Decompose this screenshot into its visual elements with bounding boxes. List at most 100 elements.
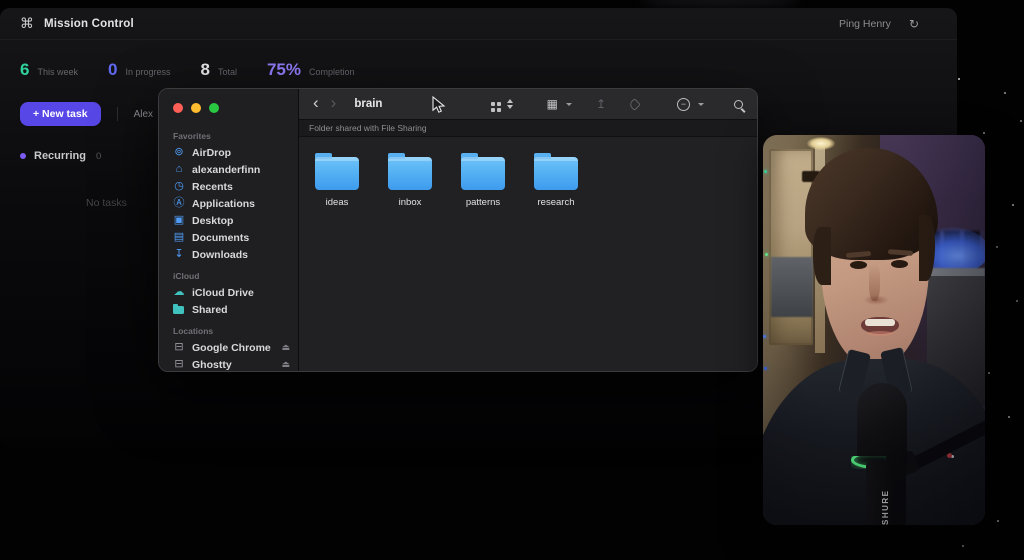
sidebar-item-alexanderfinn[interactable]: ⌂alexanderfinn — [159, 161, 298, 178]
folder-name: inbox — [399, 197, 422, 208]
recurring-label: Recurring — [34, 150, 86, 162]
sidebar-item-google-chrome[interactable]: ⊟Google Chrome⏏ — [159, 339, 298, 356]
finder-main: ‹ › brain ▦ ↥ − — [299, 89, 757, 371]
sidebar-item-label: AirDrop — [192, 147, 290, 159]
clock-icon: ◷ — [173, 181, 185, 192]
sidebar-item-desktop[interactable]: ▣ Desktop — [159, 212, 298, 229]
group-by-icon: ▦ — [547, 98, 558, 110]
sidebar-item-label: Google Chrome — [192, 342, 274, 354]
app-header: ⌘ Mission Control Ping Henry ↻ — [0, 8, 957, 40]
minimize-button[interactable] — [191, 103, 201, 113]
recurring-dot — [20, 153, 26, 159]
sidebar-section-locations: Locations — [159, 318, 298, 339]
folder-ideas[interactable]: ideas — [315, 157, 359, 208]
downloads-icon: ↧ — [173, 249, 185, 260]
background-stars — [958, 78, 960, 80]
divider — [117, 107, 118, 121]
sidebar-item-airdrop[interactable]: ⊚ AirDrop — [159, 144, 298, 161]
sidebar-item-label: Ghostty — [192, 359, 274, 371]
stat-label: Total — [218, 67, 237, 77]
group-control[interactable]: ▦ — [547, 98, 572, 110]
shared-folder-icon — [173, 306, 184, 314]
more-actions-control[interactable]: − — [661, 98, 704, 111]
webcam-vignette — [763, 135, 985, 525]
sidebar-item-label: Downloads — [192, 249, 290, 261]
desktop-icon: ▣ — [173, 215, 185, 226]
stat-this-week: 6 This week — [20, 60, 78, 80]
stat-total: 8 Total — [200, 60, 236, 80]
background-glow — [640, 0, 800, 6]
home-icon: ⌂ — [173, 164, 185, 175]
new-task-button[interactable]: + New task — [20, 102, 101, 126]
finder-sidebar: Favorites ⊚ AirDrop ⌂alexanderfinn ◷ Recents Ⓐ… — [159, 89, 299, 371]
applications-icon: Ⓐ — [173, 198, 185, 209]
finder-content: ideas inbox patterns research — [299, 137, 757, 371]
stat-label: Completion — [309, 67, 355, 77]
eject-icon[interactable]: ⏏ — [281, 342, 290, 353]
stat-label: In progress — [125, 67, 170, 77]
recurring-count: 0 — [96, 151, 101, 162]
folder-patterns[interactable]: patterns — [461, 157, 505, 208]
finder-window: Favorites ⊚ AirDrop ⌂alexanderfinn ◷ Recents Ⓐ… — [158, 88, 758, 372]
folder-inbox[interactable]: inbox — [388, 157, 432, 208]
banner-text: Folder shared with File Sharing — [309, 123, 427, 133]
folder-icon — [388, 157, 432, 190]
sidebar-item-applications[interactable]: Ⓐ Applications — [159, 195, 298, 212]
eject-icon[interactable]: ⏏ — [281, 359, 290, 370]
chevron-down-icon — [698, 103, 704, 106]
mouse-cursor — [432, 96, 446, 114]
folder-research[interactable]: research — [534, 157, 578, 208]
sidebar-section-icloud: iCloud — [159, 263, 298, 284]
header-actions: Ping Henry ↻ — [839, 17, 937, 31]
stat-in-progress: 0In progress — [108, 60, 171, 80]
drive-icon: ⊟ — [173, 359, 185, 370]
stat-value: 75% — [267, 60, 301, 80]
sidebar-item-label: Applications — [192, 198, 290, 210]
share-icon[interactable]: ↥ — [596, 98, 606, 110]
view-control[interactable] — [491, 99, 513, 109]
refresh-icon[interactable]: ↻ — [909, 17, 919, 31]
folder-name: ideas — [326, 197, 349, 208]
app-title: Mission Control — [44, 18, 134, 30]
sidebar-item-label: Shared — [192, 304, 290, 316]
airdrop-icon: ⊚ — [173, 147, 185, 158]
folder-name: patterns — [466, 197, 500, 208]
stat-value: 8 — [200, 60, 209, 80]
finder-toolbar: ‹ › brain ▦ ↥ − — [299, 89, 757, 120]
sidebar-item-label: Recents — [192, 181, 290, 193]
ping-henry-button[interactable]: Ping Henry — [839, 18, 891, 30]
window-controls — [159, 99, 298, 123]
person-filter-alex[interactable]: Alex — [134, 109, 153, 120]
chevron-down-icon — [566, 103, 572, 106]
stat-label: This week — [37, 67, 78, 77]
view-sort-icon — [507, 99, 513, 109]
search-icon[interactable] — [734, 100, 743, 109]
cloud-icon: ☁ — [173, 287, 185, 298]
webcam-overlay: SHURE — [763, 135, 985, 525]
sidebar-item-icloud-drive[interactable]: ☁ iCloud Drive — [159, 284, 298, 301]
sidebar-item-downloads[interactable]: ↧ Downloads — [159, 246, 298, 263]
close-button[interactable] — [173, 103, 183, 113]
tag-icon[interactable] — [628, 98, 641, 111]
icon-view-icon — [491, 102, 495, 106]
stat-completion: 75% Completion — [267, 60, 355, 80]
stat-value: 6 — [20, 60, 29, 80]
folder-grid: ideas inbox patterns research — [299, 137, 757, 208]
more-icon: − — [677, 98, 690, 111]
empty-state-text: No tasks — [86, 197, 127, 209]
folder-icon — [461, 157, 505, 190]
document-icon: ▤ — [173, 232, 185, 243]
screen: ⌘ Mission Control Ping Henry ↻ 6 This wee… — [0, 0, 1024, 560]
sidebar-item-ghostty[interactable]: ⊟ Ghostty ⏏ — [159, 356, 298, 372]
sidebar-item-label: Desktop — [192, 215, 290, 227]
sidebar-item-recents[interactable]: ◷ Recents — [159, 178, 298, 195]
folder-name: research — [538, 197, 575, 208]
folder-icon — [315, 157, 359, 190]
zoom-button[interactable] — [209, 103, 219, 113]
sidebar-item-shared[interactable]: Shared — [159, 301, 298, 318]
sidebar-item-label: iCloud Drive — [192, 287, 290, 299]
sidebar-section-favorites: Favorites — [159, 123, 298, 144]
sidebar-item-documents[interactable]: ▤Documents — [159, 229, 298, 246]
command-icon: ⌘ — [20, 15, 34, 32]
folder-icon — [534, 157, 578, 190]
